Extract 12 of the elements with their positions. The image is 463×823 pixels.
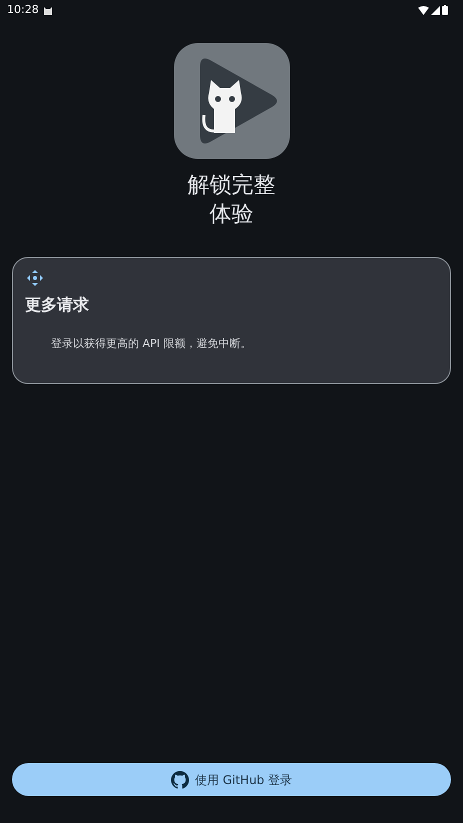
github-icon — [170, 770, 189, 788]
card-heading: 更多请求 — [25, 294, 90, 316]
battery-icon — [442, 5, 448, 15]
card-description: 登录以获得更高的 API 限额，避免中断。 — [51, 336, 252, 352]
move-arrows-icon — [26, 269, 44, 287]
signal-icon — [431, 6, 440, 14]
wifi-icon — [418, 6, 429, 14]
github-login-button[interactable]: 使用 GitHub 登录 — [12, 763, 451, 796]
status-time: 10:28 — [7, 2, 39, 18]
cat-icon — [42, 5, 53, 15]
app-logo-icon — [174, 43, 290, 159]
page-title: 解锁完整体验 — [186, 172, 276, 229]
